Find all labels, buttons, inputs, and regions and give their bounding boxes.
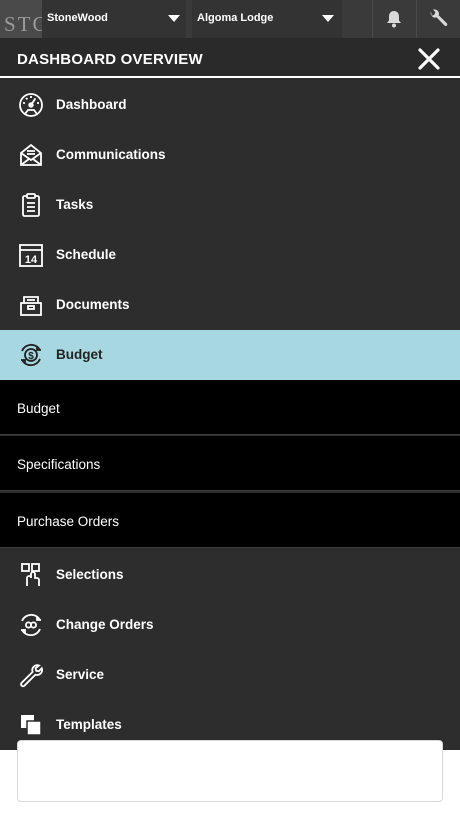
menu-item-schedule[interactable]: 14 Schedule xyxy=(0,230,460,280)
file-drawer-icon xyxy=(17,291,45,319)
close-icon[interactable] xyxy=(416,46,442,72)
company-selector-value: StoneWood xyxy=(47,12,108,24)
calendar-icon: 14 xyxy=(17,241,45,269)
notifications-button[interactable] xyxy=(374,0,414,38)
wrench-icon xyxy=(430,9,448,26)
menu-item-label: Schedule xyxy=(56,247,117,262)
dollar-cycle-icon: $ xyxy=(17,341,45,369)
menu-item-dashboard[interactable]: Dashboard xyxy=(0,80,460,130)
menu-item-label: Dashboard xyxy=(56,97,127,112)
company-logo[interactable]: STC xyxy=(0,0,42,38)
divider xyxy=(372,0,373,38)
menu-item-label: Selections xyxy=(56,567,124,582)
submenu-item-label: Purchase Orders xyxy=(17,514,120,529)
dashboard-gauge-icon xyxy=(17,91,45,119)
menu-item-label: Budget xyxy=(56,347,103,362)
menu-item-selections[interactable]: Selections xyxy=(0,550,460,600)
menu-item-label: Change Orders xyxy=(56,617,154,632)
company-selector[interactable]: StoneWood xyxy=(42,0,186,38)
menu-item-change-orders[interactable]: Change Orders xyxy=(0,600,460,650)
top-bar: STC StoneWood Algoma Lodge xyxy=(0,0,460,38)
menu-item-tasks[interactable]: Tasks xyxy=(0,180,460,230)
templates-icon xyxy=(17,711,45,739)
navigation-menu: DASHBOARD OVERVIEW Dashboard Communicati… xyxy=(0,38,460,750)
menu-title: DASHBOARD OVERVIEW xyxy=(17,51,203,68)
wrench-icon xyxy=(17,661,45,689)
menu-item-documents[interactable]: Documents xyxy=(0,280,460,330)
submenu-item-label: Budget xyxy=(17,401,60,416)
job-selector-value: Algoma Lodge xyxy=(197,12,274,24)
submenu-item-purchase-orders[interactable]: Purchase Orders xyxy=(0,493,460,548)
chevron-down-icon xyxy=(168,15,180,22)
calendar-icon-day: 14 xyxy=(25,254,38,266)
envelope-icon xyxy=(17,141,45,169)
menu-item-service[interactable]: Service xyxy=(0,650,460,700)
submenu-item-label: Specifications xyxy=(17,457,101,472)
content-card xyxy=(17,740,443,802)
menu-item-communications[interactable]: Communications xyxy=(0,130,460,180)
menu-item-label: Templates xyxy=(56,717,122,732)
chevron-down-icon xyxy=(322,15,334,22)
menu-item-label: Tasks xyxy=(56,197,94,212)
menu-item-label: Documents xyxy=(56,297,130,312)
logo-text: STC xyxy=(4,12,42,36)
menu-item-label: Communications xyxy=(56,147,166,162)
submenu-item-specifications[interactable]: Specifications xyxy=(0,436,460,491)
submenu-item-budget[interactable]: Budget xyxy=(0,380,460,435)
menu-item-budget[interactable]: $ Budget xyxy=(0,330,460,380)
menu-header: DASHBOARD OVERVIEW xyxy=(0,38,460,78)
settings-button[interactable] xyxy=(418,0,458,38)
svg-text:$: $ xyxy=(28,351,34,362)
change-cycle-icon xyxy=(17,611,45,639)
job-selector[interactable]: Algoma Lodge xyxy=(192,0,342,38)
clipboard-icon xyxy=(17,191,45,219)
menu-item-label: Service xyxy=(56,667,105,682)
divider xyxy=(416,0,417,38)
bell-icon xyxy=(387,11,401,28)
selection-pointer-icon xyxy=(17,561,45,589)
